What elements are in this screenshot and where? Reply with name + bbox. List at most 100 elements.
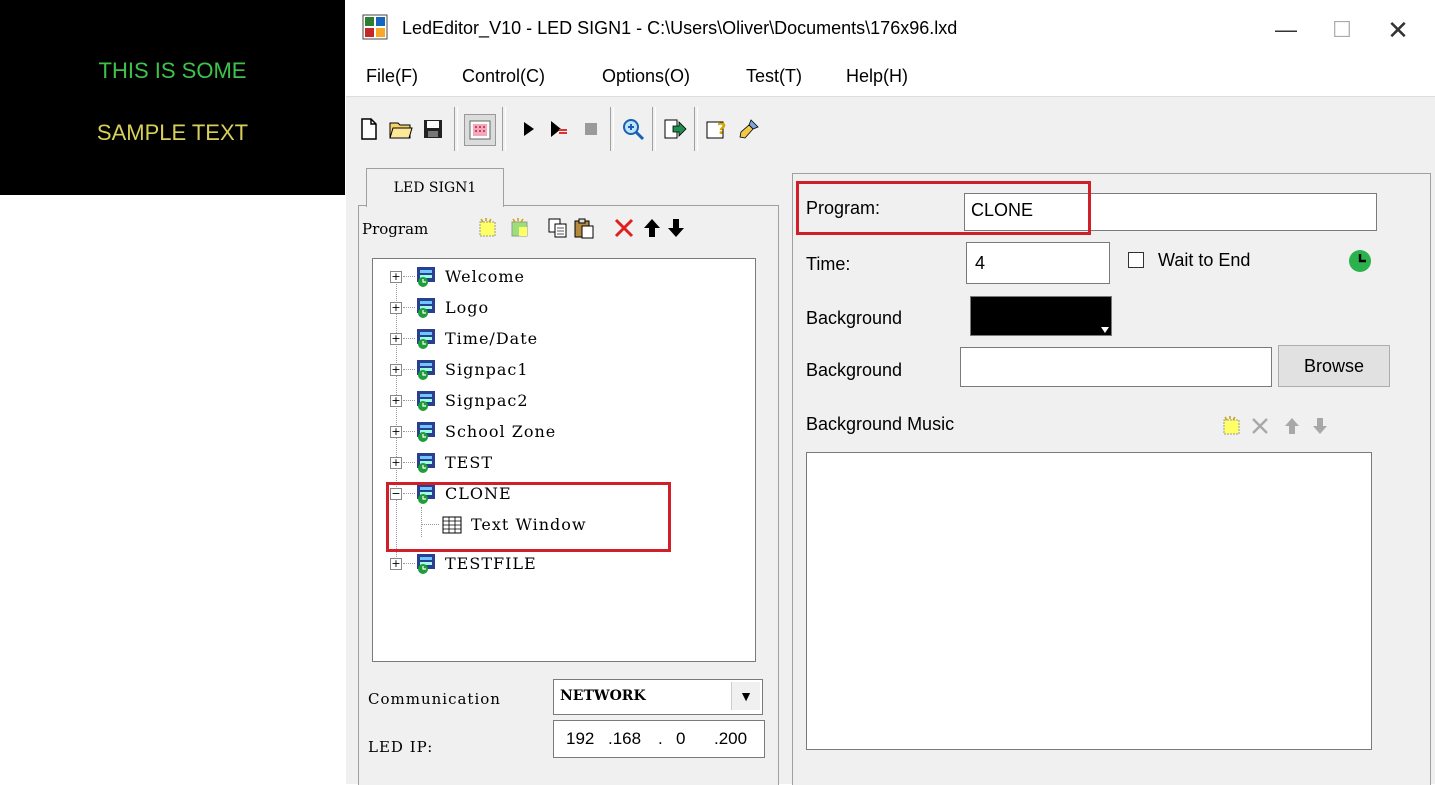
minimize-button[interactable]: —	[1258, 8, 1314, 52]
toolbar-separator	[652, 107, 656, 151]
program-tree[interactable]: + Welcome + Logo + Time/Date + Signpac1 …	[372, 258, 756, 662]
program-icon	[417, 453, 435, 473]
led-ip-label: LED IP:	[368, 738, 434, 756]
background-music-label: Background Music	[806, 414, 955, 434]
tree-item-label: Logo	[445, 298, 490, 317]
preview-text-line-1: THIS IS SOME	[98, 58, 247, 83]
new-file-icon[interactable]	[354, 114, 384, 144]
communication-select[interactable]: NETWORK ▼	[553, 679, 763, 715]
tree-item-label: TEST	[445, 453, 493, 472]
window-title: LedEditor_V10 - LED SIGN1 - C:\Users\Oli…	[402, 18, 958, 38]
open-folder-icon[interactable]	[386, 114, 416, 144]
move-down-icon[interactable]	[664, 216, 688, 240]
save-icon[interactable]	[418, 114, 448, 144]
tree-item-signpac1[interactable]: + Signpac1	[373, 355, 753, 385]
background-color-picker[interactable]	[970, 296, 1112, 336]
program-icon	[417, 329, 435, 349]
menu-file[interactable]: File(F)	[366, 66, 418, 87]
browse-button[interactable]: Browse	[1278, 345, 1390, 387]
time-value: 4	[975, 253, 986, 273]
program-toolbar-label: Program	[362, 220, 429, 238]
menu-options[interactable]: Options(O)	[602, 66, 690, 87]
brush-icon[interactable]	[734, 114, 764, 144]
play-icon[interactable]	[514, 114, 544, 144]
expand-toggle[interactable]: +	[390, 271, 402, 283]
tree-item-label: Welcome	[445, 267, 525, 286]
toolbar-separator	[502, 107, 506, 151]
program-icon	[417, 360, 435, 380]
background-image-input[interactable]	[960, 347, 1272, 387]
expand-toggle[interactable]: +	[390, 395, 402, 407]
help-icon[interactable]: ?	[702, 114, 732, 144]
clone-highlight-box	[386, 482, 671, 552]
tree-item-signpac2[interactable]: + Signpac2	[373, 386, 753, 416]
expand-toggle[interactable]: +	[390, 333, 402, 345]
expand-toggle[interactable]: +	[390, 364, 402, 376]
tree-item-label: Time/Date	[445, 329, 539, 348]
expand-toggle[interactable]: +	[390, 302, 402, 314]
tree-item-testfile[interactable]: + TESTFILE	[373, 549, 753, 579]
program-name-highlight-box	[796, 181, 1091, 235]
play-step-icon[interactable]	[544, 114, 574, 144]
program-icon	[417, 267, 435, 287]
title-bar[interactable]: LedEditor_V10 - LED SIGN1 - C:\Users\Oli…	[346, 0, 1435, 58]
add-window-icon[interactable]	[508, 216, 532, 240]
music-move-down-icon[interactable]	[1308, 414, 1332, 438]
zoom-in-icon[interactable]	[618, 114, 648, 144]
clock-icon[interactable]	[1348, 249, 1372, 273]
add-program-icon[interactable]	[476, 216, 500, 240]
app-icon	[362, 14, 388, 40]
ip-octet-1: 192	[566, 729, 595, 748]
color-dropdown-icon	[1101, 327, 1109, 333]
tab-led-sign1[interactable]: LED SIGN1	[366, 168, 504, 207]
music-move-up-icon[interactable]	[1280, 414, 1304, 438]
time-label: Time:	[806, 254, 851, 274]
toolbar-separator	[454, 107, 458, 151]
led-preview: THIS IS SOME SAMPLE TEXT	[0, 0, 345, 195]
tree-item-label: School Zone	[445, 422, 557, 441]
led-ip-input[interactable]: 192 .168 . 0 .200	[553, 720, 765, 758]
led-screen-icon[interactable]	[464, 114, 496, 146]
send-icon[interactable]	[660, 114, 690, 144]
wait-to-end-checkbox[interactable]	[1128, 252, 1144, 268]
tree-item-welcome[interactable]: + Welcome	[373, 262, 753, 292]
preview-text-line-2: SAMPLE TEXT	[96, 120, 249, 145]
app-window: LedEditor_V10 - LED SIGN1 - C:\Users\Oli…	[346, 0, 1435, 785]
expand-toggle[interactable]: +	[390, 558, 402, 570]
svg-text:?: ?	[717, 119, 726, 138]
menu-test[interactable]: Test(T)	[746, 66, 802, 87]
program-icon	[417, 391, 435, 411]
time-input[interactable]: 4	[966, 242, 1110, 284]
tree-item-test[interactable]: + TEST	[373, 448, 753, 478]
communication-value: NETWORK	[560, 688, 646, 704]
menu-help[interactable]: Help(H)	[846, 66, 908, 87]
tree-item-label: TESTFILE	[445, 554, 537, 573]
maximize-button[interactable]: ☐	[1314, 8, 1370, 52]
add-music-icon[interactable]	[1220, 414, 1244, 438]
tree-item-school-zone[interactable]: + School Zone	[373, 417, 753, 447]
background-music-list[interactable]	[806, 452, 1372, 750]
delete-icon[interactable]	[612, 216, 636, 240]
menu-bar: File(F) Control(C) Options(O) Test(T) He…	[346, 58, 1435, 96]
close-button[interactable]: ✕	[1370, 8, 1426, 52]
program-icon	[417, 554, 435, 574]
tree-item-time-date[interactable]: + Time/Date	[373, 324, 753, 354]
tree-item-logo[interactable]: + Logo	[373, 293, 753, 323]
program-icon	[417, 298, 435, 318]
ip-octet-3: 0	[676, 729, 686, 748]
expand-toggle[interactable]: +	[390, 426, 402, 438]
toolbar-separator	[694, 107, 698, 151]
copy-icon[interactable]	[546, 216, 570, 240]
expand-toggle[interactable]: +	[390, 457, 402, 469]
toolbar-separator	[610, 107, 614, 151]
dropdown-arrow-icon[interactable]: ▼	[731, 682, 760, 710]
stop-icon[interactable]	[576, 114, 606, 144]
menu-control[interactable]: Control(C)	[462, 66, 545, 87]
ip-dot: .	[658, 729, 663, 748]
paste-icon[interactable]	[572, 216, 596, 240]
delete-music-icon[interactable]	[1248, 414, 1272, 438]
tree-item-label: Signpac1	[445, 360, 529, 379]
background-color-label: Background	[806, 308, 903, 328]
move-up-icon[interactable]	[640, 216, 664, 240]
tree-item-label: Signpac2	[445, 391, 529, 410]
